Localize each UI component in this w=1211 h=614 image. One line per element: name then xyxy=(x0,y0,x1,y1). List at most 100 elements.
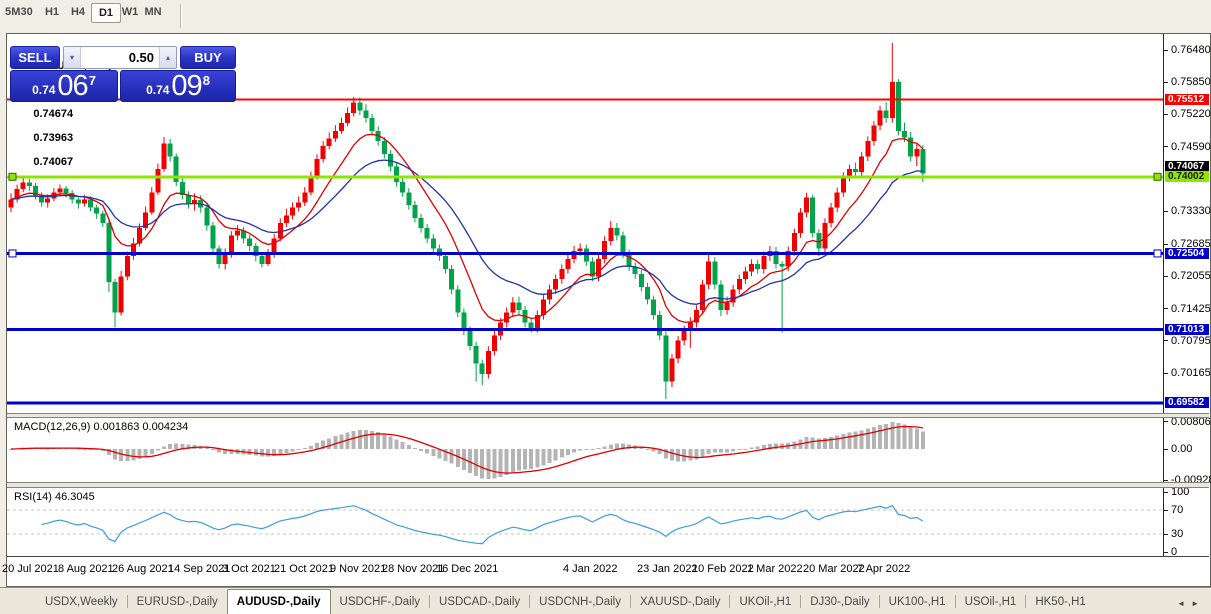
date-tick: 20 Mar 2022 xyxy=(803,563,865,575)
price-tag-0.71013: 0.71013 xyxy=(1165,324,1209,335)
sell-button[interactable]: SELL xyxy=(10,46,60,69)
date-tick: 7 Apr 2022 xyxy=(857,563,910,575)
macd-panel[interactable]: MACD(12,26,9) 0.001863 0.004234 xyxy=(7,418,1163,482)
buy-price-display[interactable]: 0.74 09 8 xyxy=(120,70,236,102)
rsi-tick-mark xyxy=(1164,534,1168,535)
volume-decrease-icon[interactable]: ▾ xyxy=(64,47,81,68)
sell-price-sup: 7 xyxy=(89,73,96,88)
date-tick: 8 Aug 2021 xyxy=(58,563,114,575)
price-tick: 0.71425 xyxy=(1171,303,1211,315)
macd-tick-mark xyxy=(1164,449,1168,450)
timeframe-toolbar: 5M30H1H4D1W1MN xyxy=(0,0,1211,33)
hline-0.71013[interactable] xyxy=(7,328,1163,331)
sell-price-display[interactable]: 0.74 06 7 xyxy=(10,70,118,102)
buy-price-big: 09 xyxy=(171,72,201,100)
date-tick: 10 Feb 2022 xyxy=(692,563,754,575)
candlestick-chart[interactable]: ▲ AUDUSD-,Daily 0.74514 0.74674 0.73963 … xyxy=(7,34,1163,413)
date-tick: 3 Oct 2021 xyxy=(222,563,276,575)
volume-stepper: ▾ ▴ xyxy=(63,46,177,69)
tab-dj30-daily[interactable]: DJ30-,Daily xyxy=(801,592,878,612)
tab-scroll-left-icon[interactable]: ◄ xyxy=(1177,599,1191,608)
price-tick-mark xyxy=(1164,276,1168,277)
hline-handle[interactable] xyxy=(1154,250,1161,257)
volume-increase-icon[interactable]: ▴ xyxy=(159,47,176,68)
tab-hk50-h1[interactable]: HK50-,H1 xyxy=(1026,592,1095,612)
price-tick: 0.73330 xyxy=(1171,205,1211,217)
rsi-panel[interactable]: RSI(14) 46.3045 xyxy=(7,488,1163,556)
date-tick: 20 Jul 2021 xyxy=(2,563,59,575)
price-tick-mark xyxy=(1164,244,1168,245)
date-axis[interactable]: 20 Jul 20218 Aug 202126 Aug 202114 Sep 2… xyxy=(7,557,1209,585)
price-tick: 0.70795 xyxy=(1171,335,1211,347)
date-tick: 23 Jan 2022 xyxy=(637,563,698,575)
timeframe-button-M30[interactable]: M30 xyxy=(8,3,36,21)
sell-price-small: 0.74 xyxy=(32,83,55,97)
timeframe-button-H1[interactable]: H1 xyxy=(38,3,66,21)
tab-ukoil-h1[interactable]: UKOil-,H1 xyxy=(730,592,800,612)
date-tick: 1 Mar 2022 xyxy=(747,563,803,575)
price-tick: 0.70165 xyxy=(1171,367,1211,379)
price-tick-mark xyxy=(1164,373,1168,374)
rsi-tick: 30 xyxy=(1171,528,1183,540)
trading-terminal: { "toolbar": { "timeframes": [ {"label":… xyxy=(0,0,1211,614)
price-tag-0.72504: 0.72504 xyxy=(1165,248,1209,259)
price-tick: 0.76480 xyxy=(1171,44,1211,56)
hline-0.74002[interactable] xyxy=(7,175,1163,178)
one-click-trade-panel: SELL ▾ ▴ BUY 0.74 06 7 0.74 09 8 xyxy=(10,46,236,102)
date-tick: 4 Jan 2022 xyxy=(563,563,617,575)
price-tick-mark xyxy=(1164,211,1168,212)
price-tick: 0.74590 xyxy=(1171,141,1211,153)
tab-audusd-daily[interactable]: AUDUSD-,Daily xyxy=(227,589,331,614)
sell-price-big: 06 xyxy=(57,72,87,100)
price-tick-mark xyxy=(1164,50,1168,51)
price-tick-mark xyxy=(1164,146,1168,147)
ohlc-close: 0.74067 xyxy=(33,156,73,168)
tab-usdcnh-daily[interactable]: USDCNH-,Daily xyxy=(530,592,630,612)
price-tick: 0.75220 xyxy=(1171,108,1211,120)
ohlc-low: 0.73963 xyxy=(33,132,73,144)
price-tag-0.74002: 0.74002 xyxy=(1165,171,1209,182)
date-tick: 16 Dec 2021 xyxy=(436,563,498,575)
tab-xauusd-daily[interactable]: XAUUSD-,Daily xyxy=(631,592,730,612)
rsi-tick-mark xyxy=(1164,492,1168,493)
buy-price-sup: 8 xyxy=(203,73,210,88)
toolbar-separator xyxy=(180,4,182,28)
rsi-plot-svg[interactable] xyxy=(7,488,1163,556)
macd-tick-mark xyxy=(1164,421,1168,422)
price-tick-mark xyxy=(1164,308,1168,309)
timeframe-button-MN[interactable]: MN xyxy=(139,3,167,21)
hline-0.72504[interactable] xyxy=(7,252,1163,255)
symbol-tab-bar: USDX,WeeklyEURUSD-,DailyAUDUSD-,DailyUSD… xyxy=(0,587,1211,614)
macd-tick: 0.00 xyxy=(1171,443,1192,455)
date-tick: 26 Aug 2021 xyxy=(112,563,174,575)
macd-label: MACD(12,26,9) 0.001863 0.004234 xyxy=(14,421,188,433)
tab-eurusd-daily[interactable]: EURUSD-,Daily xyxy=(128,592,227,612)
tab-usoil-h1[interactable]: USOil-,H1 xyxy=(956,592,1026,612)
tab-usdx-weekly[interactable]: USDX,Weekly xyxy=(36,592,127,612)
rsi-tick-mark xyxy=(1164,510,1168,511)
price-tag-0.69582: 0.69582 xyxy=(1165,397,1209,408)
volume-input[interactable] xyxy=(81,47,159,68)
hline-handle[interactable] xyxy=(9,250,16,257)
date-tick: 9 Nov 2021 xyxy=(330,563,386,575)
price-tick: 0.72055 xyxy=(1171,270,1211,282)
tab-scroll-right-icon[interactable]: ► xyxy=(1191,599,1205,608)
timeframe-button-H4[interactable]: H4 xyxy=(64,3,92,21)
tab-scroll-arrows[interactable]: ◄► xyxy=(1177,599,1205,608)
hline-0.69582[interactable] xyxy=(7,401,1163,404)
price-tick-mark xyxy=(1164,82,1168,83)
buy-price-small: 0.74 xyxy=(146,83,169,97)
tab-uk100-h1[interactable]: UK100-,H1 xyxy=(880,592,955,612)
tab-usdchf-daily[interactable]: USDCHF-,Daily xyxy=(331,592,430,612)
price-tag-0.75512: 0.75512 xyxy=(1165,94,1209,105)
hline-handle[interactable] xyxy=(1154,173,1161,180)
buy-button[interactable]: BUY xyxy=(180,46,236,69)
price-axis[interactable]: 0.764800.758500.752200.745900.733300.726… xyxy=(1163,34,1210,557)
date-tick: 21 Oct 2021 xyxy=(274,563,334,575)
price-tick: 0.75850 xyxy=(1171,76,1211,88)
macd-tick-mark xyxy=(1164,480,1168,481)
rsi-tick-mark xyxy=(1164,552,1168,553)
rsi-tick: 70 xyxy=(1171,504,1183,516)
tab-usdcad-daily[interactable]: USDCAD-,Daily xyxy=(430,592,529,612)
chart-window: ▲ AUDUSD-,Daily 0.74514 0.74674 0.73963 … xyxy=(6,33,1211,587)
